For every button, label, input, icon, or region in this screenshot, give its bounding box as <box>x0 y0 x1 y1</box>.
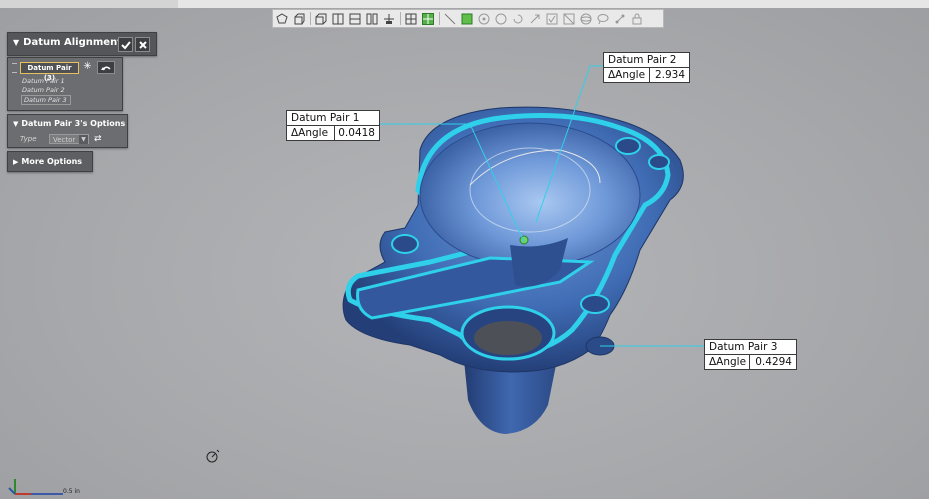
undo-button[interactable] <box>97 61 115 74</box>
more-options-panel[interactable]: ▶ More Options <box>7 151 93 172</box>
rotate-tool-icon[interactable] <box>511 12 525 25</box>
triangle-down-icon: ▼ <box>13 120 19 128</box>
title-strip <box>0 0 929 8</box>
callout-key: ΔAngle <box>705 355 750 369</box>
grid-icon[interactable] <box>404 12 418 25</box>
cube-select-icon[interactable] <box>292 12 306 25</box>
datum-pair-2-callout[interactable]: Datum Pair 2 ΔAngle 2.934 <box>603 52 690 83</box>
datum-pair-selector[interactable]: Datum Pair (3) <box>20 62 79 82</box>
part-hole-left <box>391 234 419 254</box>
3d-viewport[interactable]: ▼ Datum Alignment Datum Pair (3) ✳ Datum … <box>0 0 929 499</box>
callout-value: 2.934 <box>654 69 685 81</box>
chevron-down-icon: ▼ <box>79 135 88 144</box>
shape-select-icon[interactable] <box>275 12 289 25</box>
confirm-button[interactable] <box>118 37 133 52</box>
datum-pair-options-panel: ▼ Datum Pair 3's Options Type Vector ▼ ⇄ <box>7 114 128 148</box>
drag-handle-icon[interactable] <box>12 63 17 73</box>
callout-value: 0.4294 <box>755 356 792 368</box>
part-hole-top-right <box>648 154 670 170</box>
options-panel-header[interactable]: ▼ Datum Pair 3's Options <box>13 119 125 128</box>
part-center-hole-inner <box>474 321 542 355</box>
datum-alignment-title[interactable]: ▼ Datum Alignment <box>13 37 122 48</box>
close-icon <box>138 40 147 49</box>
datum-alignment-panel: ▼ Datum Alignment <box>7 32 157 56</box>
type-label: Type <box>20 135 37 143</box>
swap-arrows-icon[interactable]: ⇄ <box>94 134 110 144</box>
datum-pair-item[interactable]: Datum Pair 1 <box>22 77 65 85</box>
callout-key: ΔAngle <box>604 68 650 82</box>
scale-indicator: 0.5 in <box>5 476 95 496</box>
callout-title: Datum Pair 1 <box>287 111 379 126</box>
circle-tool-icon[interactable] <box>494 12 508 25</box>
align-icon[interactable] <box>382 12 396 25</box>
sphere-tool-icon[interactable] <box>579 12 593 25</box>
triangle-down-icon[interactable]: ▼ <box>13 38 19 47</box>
check-icon <box>120 40 131 49</box>
undo-icon <box>101 66 111 70</box>
line-tool-icon[interactable] <box>443 12 457 25</box>
callout-key: ΔAngle <box>287 126 335 140</box>
target-tool-icon[interactable] <box>477 12 491 25</box>
view-toolbar <box>272 9 664 28</box>
callout-title: Datum Pair 2 <box>604 53 689 68</box>
datum-pair-item-selected[interactable]: Datum Pair 3 <box>21 95 71 105</box>
rotate-cursor-icon <box>206 449 220 463</box>
datum-pair-1-callout[interactable]: Datum Pair 1 ΔAngle 0.0418 <box>286 110 380 141</box>
datum-pair-3-callout[interactable]: Datum Pair 3 ΔAngle 0.4294 <box>704 339 797 370</box>
cancel-button[interactable] <box>135 37 150 52</box>
axis-triad-icon <box>8 479 63 495</box>
scale-label: 0.5 in <box>63 488 80 495</box>
type-dropdown[interactable]: Vector ▼ <box>49 134 89 144</box>
view-top-icon[interactable] <box>348 12 362 25</box>
part-hole-right <box>580 294 610 314</box>
part-bowl <box>419 122 641 268</box>
grid-active-icon[interactable] <box>421 12 435 25</box>
square-tool-icon[interactable] <box>460 12 474 25</box>
part-hole-top <box>615 137 641 155</box>
points-tool-icon[interactable] <box>613 12 627 25</box>
view-side-icon[interactable] <box>365 12 379 25</box>
lock-tool-icon[interactable] <box>630 12 644 25</box>
mesh-tool-icon[interactable] <box>562 12 576 25</box>
transform-tool-icon[interactable] <box>528 12 542 25</box>
part-model[interactable] <box>0 0 929 499</box>
datum-marker <box>519 235 529 245</box>
datum-pairs-panel: Datum Pair (3) ✳ Datum Pair 1 Datum Pair… <box>7 57 123 111</box>
callout-title: Datum Pair 3 <box>705 340 796 355</box>
cube-view-icon[interactable] <box>314 12 328 25</box>
callout-value: 0.0418 <box>338 127 375 139</box>
checkbox-tool-icon[interactable] <box>545 12 559 25</box>
asterisk-icon[interactable]: ✳ <box>82 61 93 72</box>
view-front-icon[interactable] <box>331 12 345 25</box>
triangle-right-icon: ▶ <box>13 158 19 166</box>
datum-pair-item[interactable]: Datum Pair 2 <box>22 86 65 94</box>
lasso-tool-icon[interactable] <box>596 12 610 25</box>
